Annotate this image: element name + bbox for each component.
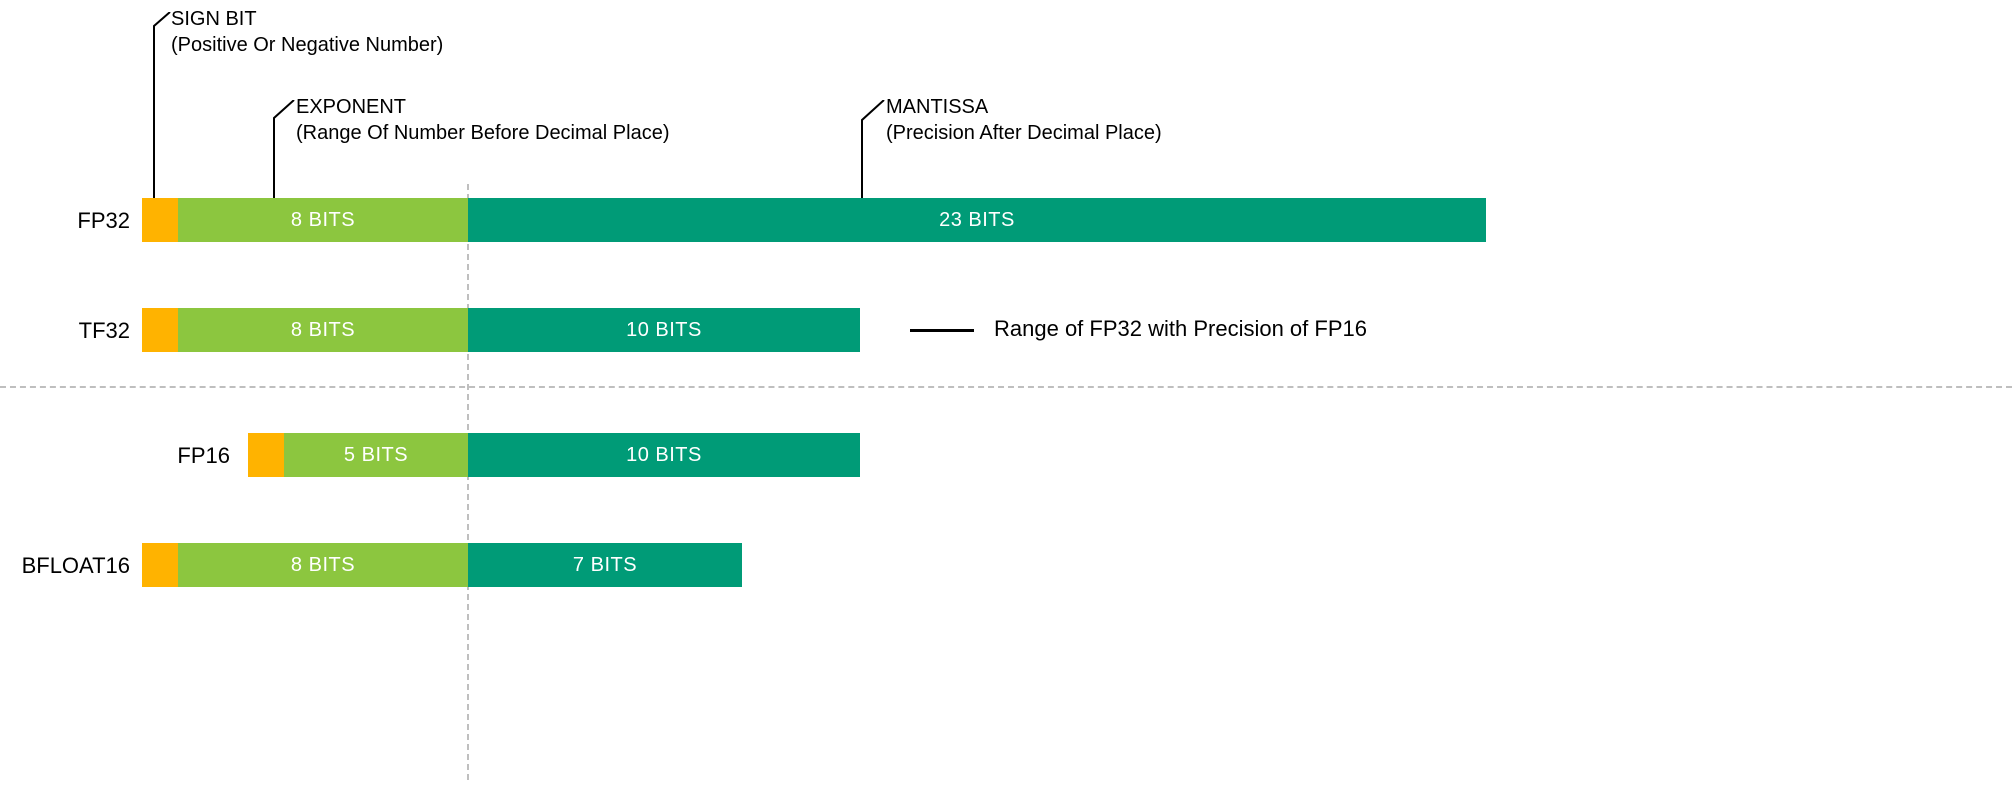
- fp16-exponent-segment: 5 BITS: [284, 433, 468, 477]
- pointer-sign: [150, 12, 180, 202]
- format-name-tf32: TF32: [0, 318, 130, 344]
- fp32-mantissa-segment: 23 BITS: [468, 198, 1486, 242]
- bfloat16-mantissa-text: 7 BITS: [573, 554, 637, 577]
- tf32-sign-segment: [142, 308, 178, 352]
- bfloat16-sign-segment: [142, 543, 178, 587]
- fp16-mantissa-segment: 10 BITS: [468, 433, 860, 477]
- tf32-exponent-text: 8 BITS: [291, 319, 355, 342]
- label-mantissa: MANTISSA (Precision After Decimal Place): [886, 94, 1162, 146]
- pointer-mantissa: [858, 100, 890, 202]
- label-mantissa-title: MANTISSA: [886, 94, 1162, 120]
- bfloat16-exponent-text: 8 BITS: [291, 554, 355, 577]
- format-name-bfloat16: BFLOAT16: [0, 553, 130, 579]
- format-name-fp16: FP16: [100, 443, 230, 469]
- tf32-note-connector: [910, 329, 974, 332]
- label-sign-title: SIGN BIT: [171, 6, 443, 32]
- fp32-exponent-text: 8 BITS: [291, 209, 355, 232]
- label-exponent-title: EXPONENT: [296, 94, 669, 120]
- fp32-sign-segment: [142, 198, 178, 242]
- fp32-exponent-segment: 8 BITS: [178, 198, 468, 242]
- tf32-mantissa-segment: 10 BITS: [468, 308, 860, 352]
- fp16-sign-segment: [248, 433, 284, 477]
- tf32-exponent-segment: 8 BITS: [178, 308, 468, 352]
- format-name-fp32: FP32: [0, 208, 130, 234]
- fp16-exponent-text: 5 BITS: [344, 444, 408, 467]
- label-exponent-sub: (Range Of Number Before Decimal Place): [296, 120, 669, 146]
- tf32-mantissa-text: 10 BITS: [626, 319, 702, 342]
- fp16-mantissa-text: 10 BITS: [626, 444, 702, 467]
- fp32-mantissa-text: 23 BITS: [939, 209, 1015, 232]
- label-exponent: EXPONENT (Range Of Number Before Decimal…: [296, 94, 669, 146]
- label-sign-sub: (Positive Or Negative Number): [171, 32, 443, 58]
- diagram-canvas: SIGN BIT (Positive Or Negative Number) E…: [0, 0, 2012, 785]
- guide-horizontal-separator: [0, 386, 2012, 388]
- tf32-note: Range of FP32 with Precision of FP16: [994, 316, 1367, 342]
- label-sign: SIGN BIT (Positive Or Negative Number): [171, 6, 443, 58]
- bfloat16-exponent-segment: 8 BITS: [178, 543, 468, 587]
- label-mantissa-sub: (Precision After Decimal Place): [886, 120, 1162, 146]
- pointer-exponent: [270, 100, 300, 202]
- bfloat16-mantissa-segment: 7 BITS: [468, 543, 742, 587]
- guide-vertical-exponent: [467, 184, 469, 780]
